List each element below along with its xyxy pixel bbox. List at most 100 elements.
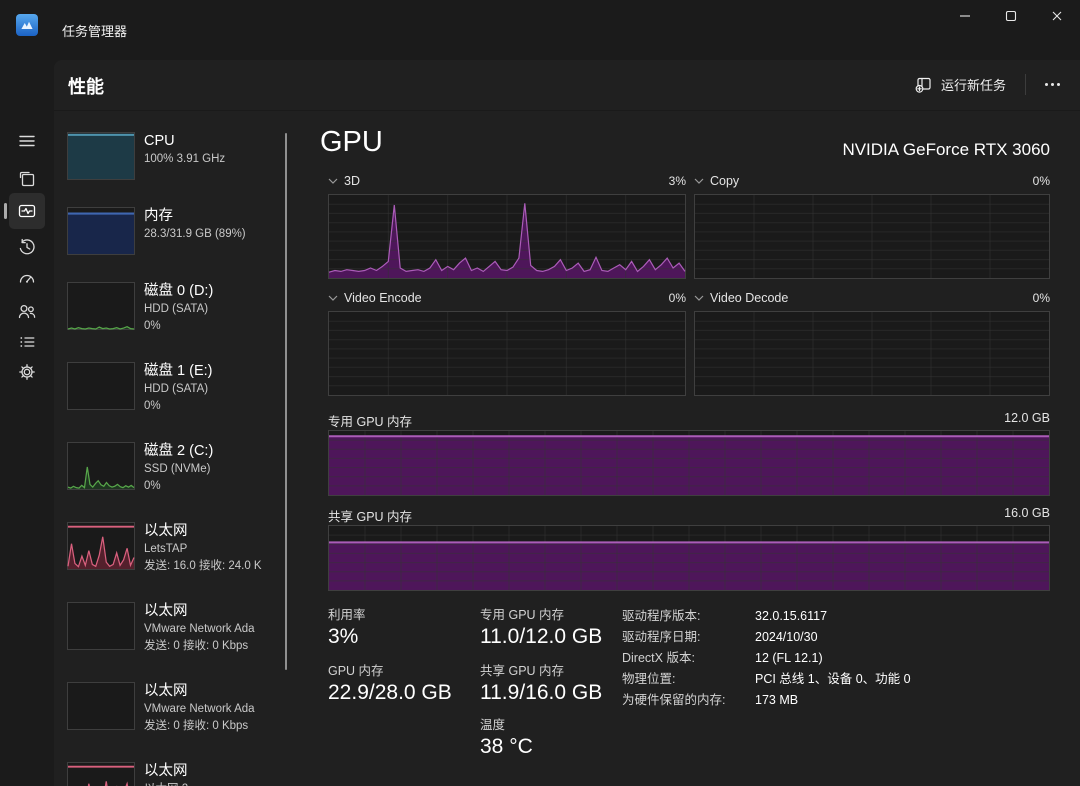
gpu-copy-chart — [694, 194, 1050, 279]
close-button[interactable] — [1034, 0, 1080, 32]
selected-indicator-pill — [4, 203, 7, 219]
detail-value: 12 (FL 12.1) — [755, 651, 823, 665]
sidebar-item-users[interactable] — [11, 295, 43, 327]
title-bar: 任务管理器 — [0, 0, 1080, 60]
sidebar-item-subtext: SSD (NVMe) — [144, 463, 211, 475]
chevron-down-icon[interactable] — [328, 178, 338, 184]
command-bar-divider — [54, 110, 1080, 111]
stat-value: 11.9/16.0 GB — [480, 681, 603, 704]
stat-label: 专用 GPU 内存 — [480, 608, 565, 622]
sidebar-item-subtext: VMware Network Ada — [144, 623, 255, 635]
minimize-button[interactable] — [942, 0, 988, 32]
startup-icon — [19, 274, 35, 283]
chart-label-video-encode[interactable]: Video Encode — [344, 291, 422, 305]
sidebar-item-ethernet-3[interactable]: 以太网 VMware Network Ada 发送: 0 接收: 0 Kbps — [58, 678, 286, 739]
detail-label: 驱动程序日期: — [622, 630, 701, 644]
sidebar-item-title: 以太网 — [144, 603, 188, 619]
chevron-down-icon[interactable] — [328, 295, 338, 301]
stat-value: 11.0/12.0 GB — [480, 625, 603, 648]
stat-gpu-memory: GPU 内存 22.9/28.0 GB — [328, 663, 452, 706]
performance-icon — [18, 204, 36, 218]
video-decode-chart — [694, 311, 1050, 396]
sidebar-item-ethernet-1[interactable]: 以太网 LetsTAP 发送: 16.0 接收: 24.0 K — [58, 518, 286, 579]
sidebar-item-subtext: 以太网 2 — [144, 781, 280, 786]
detail-value: 2024/10/30 — [755, 630, 818, 644]
stat-value: 3% — [328, 625, 359, 648]
chart-label-video-decode[interactable]: Video Decode — [710, 291, 788, 305]
run-new-task-button[interactable]: 运行新任务 — [906, 69, 1014, 99]
gpu-device-name: NVIDIA GeForce RTX 3060 — [842, 140, 1050, 159]
sidebar-item-ethernet-2[interactable]: 以太网 VMware Network Ada 发送: 0 接收: 0 Kbps — [58, 598, 286, 659]
sidebar-item-cpu[interactable]: CPU 100% 3.91 GHz — [58, 128, 286, 184]
thumbnail-chart-cpu — [67, 132, 135, 180]
stat-value: 38 °C — [480, 735, 533, 758]
maximize-button[interactable] — [988, 0, 1034, 32]
sidebar-item-subtext: 100% 3.91 GHz — [144, 153, 226, 165]
stat-label: GPU 内存 — [328, 664, 384, 678]
app-icon — [16, 14, 38, 36]
sidebar-scrollbar[interactable] — [285, 133, 287, 670]
chevron-down-icon[interactable] — [694, 178, 704, 184]
sidebar-item-performance[interactable] — [9, 193, 45, 229]
thumbnail-chart-ethernet-4 — [67, 762, 135, 786]
sidebar-item-title: 内存 — [144, 208, 173, 224]
sidebar-item-disk-2[interactable]: 磁盘 2 (C:) SSD (NVMe) 0% — [58, 438, 286, 499]
page-title: 性能 — [68, 77, 104, 97]
stat-utilization: 利用率 3% — [328, 607, 366, 650]
detail-label: 为硬件保留的内存: — [622, 693, 726, 707]
processes-icon — [19, 171, 35, 187]
sidebar-item-subtext: HDD (SATA) — [144, 303, 209, 315]
sidebar-item-subtext: 发送: 16.0 接收: 24.0 K — [144, 560, 262, 572]
stat-shared-memory: 共享 GPU 内存 11.9/16.0 GB — [480, 663, 602, 706]
gpu-3d-chart — [328, 194, 686, 279]
chart-value-3d: 3% — [668, 174, 686, 188]
services-icon — [19, 364, 35, 380]
sidebar-item-ethernet-4[interactable]: 以太网以太网 2发送: 96.0 接收: 96.0 K — [58, 758, 286, 786]
sidebar-item-memory[interactable]: 内存 28.3/31.9 GB (89%) — [58, 203, 286, 259]
dedicated-memory-label: 专用 GPU 内存 — [328, 415, 413, 429]
thumbnail-chart-ethernet-2 — [67, 602, 135, 650]
stat-label: 温度 — [480, 718, 506, 732]
thumbnail-chart-disk-2 — [67, 442, 135, 490]
sidebar-item-services[interactable] — [11, 356, 43, 388]
thumbnail-chart-memory — [67, 207, 135, 255]
detail-value: PCI 总线 1、设备 0、功能 0 — [755, 672, 911, 686]
close-icon — [1052, 11, 1062, 21]
sidebar-item-subtext: VMware Network Ada — [144, 703, 255, 715]
driver-details: 驱动程序版本: 32.0.15.6117 驱动程序日期: 2024/10/30 Dire… — [622, 606, 911, 711]
sidebar-item-processes[interactable] — [11, 163, 43, 195]
chart-label-3d[interactable]: 3D — [344, 174, 360, 188]
maximize-icon — [1005, 10, 1017, 22]
sidebar-item-title: 磁盘 2 (C:) — [144, 443, 214, 459]
detail-label: DirectX 版本: — [622, 651, 695, 665]
ellipsis-icon — [1044, 82, 1048, 86]
chart-label-copy[interactable]: Copy — [710, 174, 739, 188]
stat-temperature: 温度 38 °C — [480, 717, 533, 760]
hamburger-icon — [19, 135, 35, 147]
detail-value: 32.0.15.6117 — [755, 609, 828, 623]
sidebar-item-startup-apps[interactable] — [11, 262, 43, 294]
shared-memory-capacity: 16.0 GB — [1004, 506, 1050, 520]
sidebar-item-details[interactable] — [11, 326, 43, 358]
sidebar-item-disk-0[interactable]: 磁盘 0 (D:) HDD (SATA) 0% — [58, 278, 286, 339]
detail-label: 物理位置: — [622, 672, 676, 686]
stat-label: 共享 GPU 内存 — [480, 664, 565, 678]
sidebar-item-subtext: 发送: 0 接收: 0 Kbps — [144, 640, 249, 652]
sidebar-item-disk-1[interactable]: 磁盘 1 (E:) HDD (SATA) 0% — [58, 358, 286, 419]
detail-row: DirectX 版本: 12 (FL 12.1) — [622, 648, 911, 669]
sidebar-item-subtext: 发送: 0 接收: 0 Kbps — [144, 720, 249, 732]
sidebar-item-subtext: 0% — [144, 320, 161, 332]
task-manager-logo-icon — [21, 21, 33, 29]
history-icon — [19, 238, 35, 255]
sidebar-item-app-history[interactable] — [11, 231, 43, 263]
detail-row: 驱动程序版本: 32.0.15.6117 — [622, 606, 911, 627]
menu-button[interactable] — [11, 125, 43, 157]
users-icon — [18, 304, 36, 319]
run-new-task-label: 运行新任务 — [941, 77, 1007, 93]
stat-label: 利用率 — [328, 608, 366, 622]
sidebar-item-title: 磁盘 0 (D:) — [144, 283, 214, 299]
more-options-button[interactable] — [1036, 70, 1068, 98]
stat-dedicated-memory: 专用 GPU 内存 11.0/12.0 GB — [480, 607, 602, 650]
chevron-down-icon[interactable] — [694, 295, 704, 301]
dedicated-memory-chart — [328, 430, 1050, 496]
